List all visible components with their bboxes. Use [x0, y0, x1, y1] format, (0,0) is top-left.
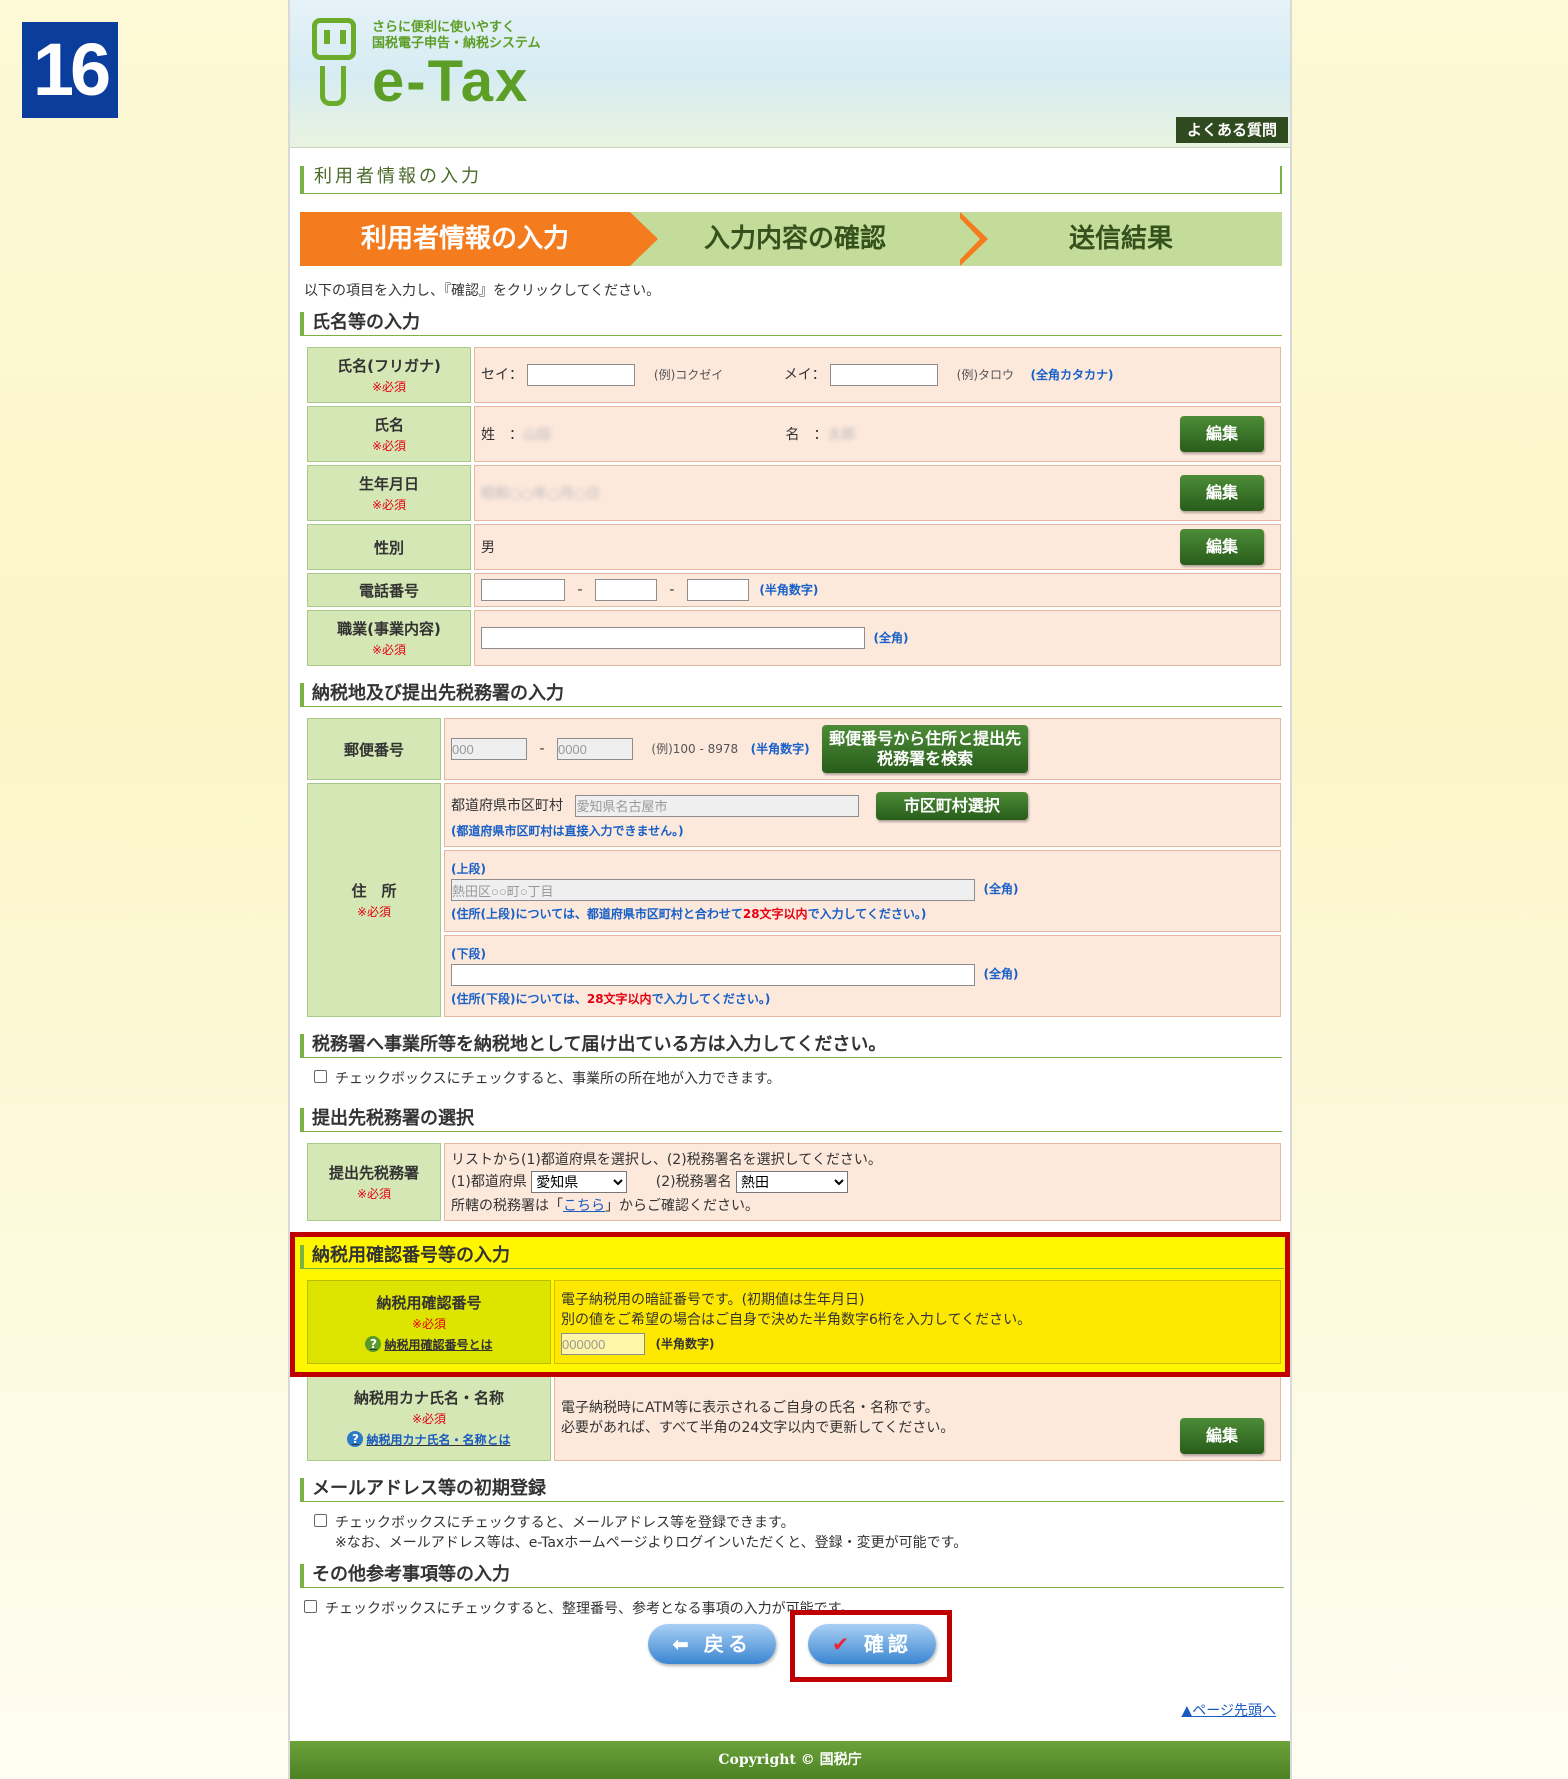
page-title: 利用者情報の入力 [300, 166, 1282, 194]
action-buttons: ⬅ 戻る ✔ 確認 [290, 1610, 1290, 1682]
confirm-button[interactable]: ✔ 確認 [808, 1624, 936, 1664]
city-input [575, 794, 860, 817]
other-checkbox[interactable] [304, 1600, 317, 1613]
kana-pin-table: 納税用カナ氏名・名称 ※必須 ? 納税用カナ氏名・名称とは 電子納税時にATM等に表… [304, 1370, 1284, 1464]
gender-label: 性別 [307, 524, 471, 570]
step-confirm: 入力内容の確認 [630, 212, 960, 266]
step-input: 利用者情報の入力 [300, 212, 630, 266]
prefecture-select[interactable]: 愛知県 [531, 1171, 628, 1193]
section-name-heading: 氏名等の入力 [300, 312, 1282, 336]
step-number-badge: 16 [22, 22, 118, 118]
postal-input-1[interactable] [451, 738, 527, 760]
faq-button[interactable]: よくある質問 [1176, 117, 1288, 143]
birth-label: 生年月日 ※必須 [307, 465, 471, 521]
tagline-1: さらに便利に使いやすく [372, 20, 516, 35]
office-lookup-link[interactable]: こちら [563, 1198, 605, 1214]
help-icon: ? [347, 1431, 364, 1447]
kana-label: 氏名(フリガナ) ※必須 [307, 347, 471, 403]
tax-office-select[interactable]: 熱田 [736, 1171, 849, 1193]
phone-input-2[interactable] [594, 579, 657, 601]
postal-search-button[interactable]: 郵便番号から住所と提出先税務署を検索 [822, 725, 1029, 773]
logo-text: e-Tax [372, 49, 530, 114]
phone-input-3[interactable] [686, 579, 749, 601]
sei-input[interactable] [527, 364, 636, 386]
back-button[interactable]: ⬅ 戻る [648, 1624, 776, 1664]
mail-checkbox[interactable] [314, 1514, 327, 1527]
edit-birth-button[interactable]: 編集 [1180, 475, 1264, 511]
name-label: 氏名 ※必須 [307, 406, 471, 462]
phone-input-1[interactable] [481, 579, 565, 601]
city-select-button[interactable]: 市区町村選択 [875, 791, 1028, 820]
job-input[interactable] [481, 627, 865, 649]
pin-label: 納税用確認番号 ※必須 ? 納税用確認番号とは [307, 1280, 551, 1364]
etax-page: さらに便利に使いやすく 国税電子申告・納税システム e-Tax よくある質問 利… [288, 0, 1292, 1779]
check-icon: ✔ [832, 1632, 864, 1656]
postal-input-2[interactable] [556, 738, 633, 760]
mascot-icon [304, 18, 362, 112]
footer: Copyright © 国税庁 [290, 1741, 1290, 1779]
postal-label: 郵便番号 [307, 718, 441, 780]
section-pin-heading: 納税用確認番号等の入力 [300, 1245, 1284, 1269]
pin-input[interactable] [561, 1333, 645, 1355]
address-upper-input[interactable] [451, 879, 975, 901]
section-address-heading: 納税地及び提出先税務署の入力 [300, 683, 1282, 707]
header: さらに便利に使いやすく 国税電子申告・納税システム e-Tax よくある質問 [290, 0, 1290, 148]
etax-logo[interactable]: さらに便利に使いやすく 国税電子申告・納税システム e-Tax [304, 18, 541, 112]
address-label: 住 所 ※必須 [307, 783, 441, 1017]
job-label: 職業(事業内容) ※必須 [307, 610, 471, 666]
page-top-link[interactable]: ▲ページ先頭へ [1181, 1700, 1276, 1720]
pin-form-table: 納税用確認番号 ※必須 ? 納税用確認番号とは 電子納税用の暗証番号です。(初期値は… [304, 1277, 1284, 1367]
kana-help-link[interactable]: ? 納税用カナ氏名・名称とは [347, 1431, 511, 1448]
back-arrow-icon: ⬅ [672, 1632, 704, 1656]
section-business-heading: 税務署へ事業所等を納税地として届け出ている方は入力してください。 [300, 1034, 1282, 1058]
edit-kana-button[interactable]: 編集 [1180, 1417, 1264, 1454]
progress-steps: 利用者情報の入力 入力内容の確認 送信結果 [300, 212, 1282, 266]
address-form-table: 郵便番号 - (例)100 - 8978 (半角数字) 郵便番号から住所と提出先… [304, 715, 1284, 1020]
office-label: 提出先税務署 ※必須 [307, 1143, 441, 1221]
business-checkbox[interactable] [314, 1070, 327, 1083]
section-mail-heading: メールアドレス等の初期登録 [300, 1478, 1284, 1502]
pin-help-link[interactable]: ? 納税用確認番号とは [365, 1336, 493, 1353]
up-arrow-icon: ▲ [1181, 1703, 1193, 1719]
office-form-table: 提出先税務署 ※必須 リストから(1)都道府県を選択し、(2)税務署名を選択してく… [304, 1140, 1284, 1224]
edit-gender-button[interactable]: 編集 [1180, 529, 1264, 565]
kana-pin-label: 納税用カナ氏名・名称 ※必須 ? 納税用カナ氏名・名称とは [307, 1373, 551, 1461]
section-office-heading: 提出先税務署の選択 [300, 1108, 1282, 1132]
instruction-text: 以下の項目を入力し、『確認』をクリックしてください。 [304, 283, 661, 299]
name-form-table: 氏名(フリガナ) ※必須 セイ： (例)コクゼイ メイ： (例)タロウ (全角カタ… [304, 344, 1284, 669]
step-result: 送信結果 [960, 212, 1282, 266]
mei-input[interactable] [830, 364, 939, 386]
address-lower-input[interactable] [451, 964, 975, 986]
phone-label: 電話番号 [307, 573, 471, 607]
edit-name-button[interactable]: 編集 [1180, 416, 1264, 452]
pin-section: 納税用確認番号等の入力 納税用確認番号 ※必須 ? 納税用確認番号とは 電子納税用の… [300, 1232, 1284, 1367]
help-icon: ? [365, 1336, 382, 1352]
section-other-heading: その他参考事項等の入力 [300, 1564, 1284, 1588]
